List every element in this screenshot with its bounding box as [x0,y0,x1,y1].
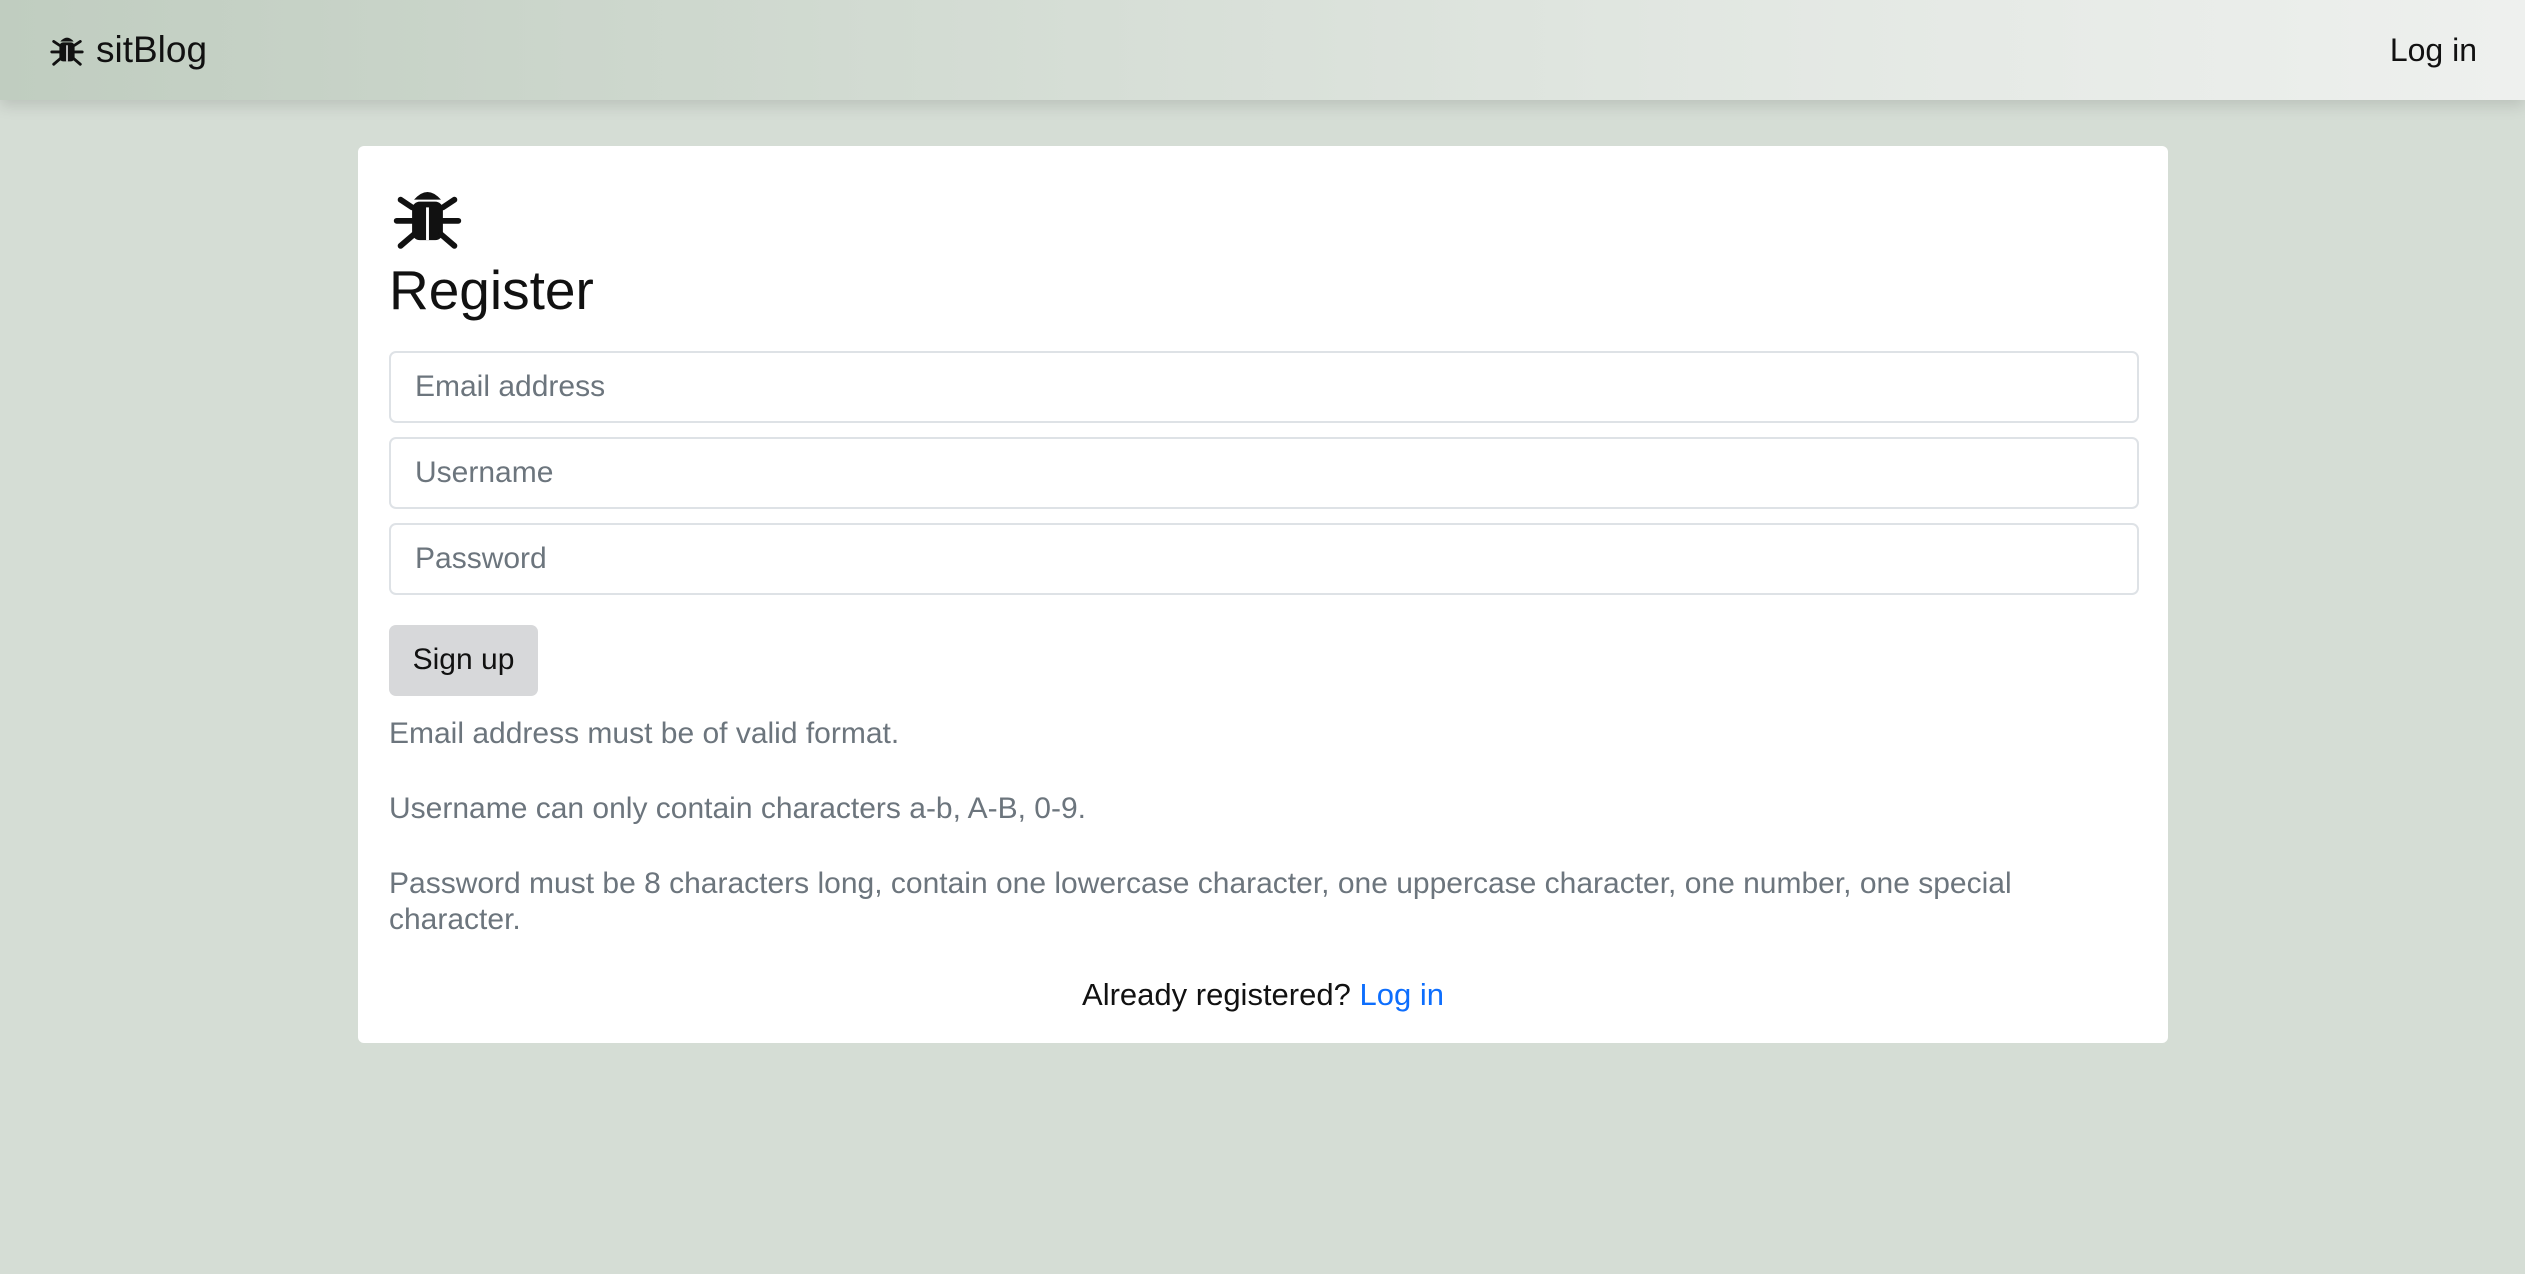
username-field[interactable] [389,436,2139,509]
navbar: sitBlog Log in [0,0,2525,100]
sign-up-button[interactable]: Sign up [389,624,538,696]
page-title: Register [389,259,594,321]
email-hint: Email address must be of valid format. [389,716,900,750]
password-field[interactable] [389,522,2139,595]
brand-link[interactable]: sitBlog [48,29,207,71]
bug-icon [393,191,462,249]
register-card: Register Sign up Email address must be o… [358,146,2168,1043]
email-field[interactable] [389,350,2139,423]
nav-login-link[interactable]: Log in [2390,32,2477,69]
username-hint: Username can only contain characters a-b… [389,791,1087,825]
already-registered-text: Already registered? [1082,976,1351,1012]
bug-icon [50,37,84,66]
login-link[interactable]: Log in [1359,977,1443,1012]
password-hint: Password must be 8 characters long, cont… [389,866,2012,936]
login-prompt: Already registered? Log in [389,977,2137,1013]
brand-label: sitBlog [96,29,208,70]
